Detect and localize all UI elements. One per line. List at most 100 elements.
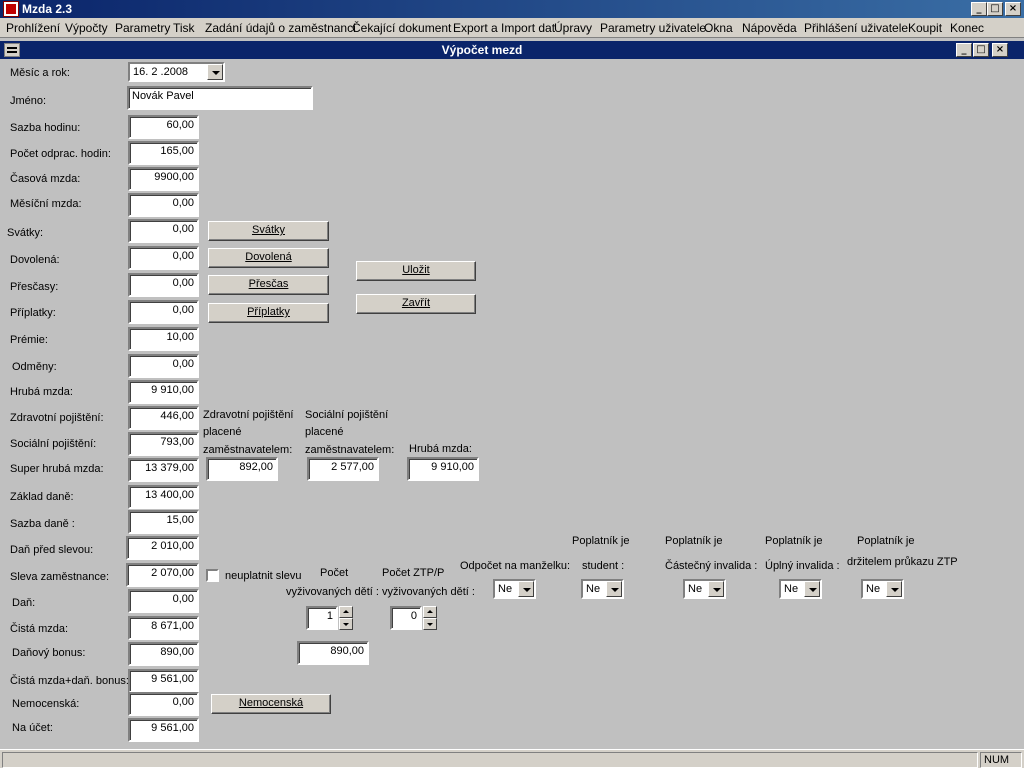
children-count-spinner[interactable] <box>339 606 353 630</box>
window-title: Mzda 2.3 <box>22 2 73 16</box>
chevron-down-icon[interactable] <box>207 64 223 80</box>
children-count-field[interactable]: 1 <box>306 606 338 630</box>
row-label: Dovolená: <box>10 254 60 266</box>
menu-napoveda[interactable]: Nápověda <box>742 21 797 35</box>
row-value-field[interactable]: 165,00 <box>128 141 199 165</box>
menu-cekajici-dokument[interactable]: Čekající dokument <box>352 21 451 35</box>
menu-okna[interactable]: Okna <box>704 21 733 35</box>
row-value-field[interactable]: 9 910,00 <box>128 380 199 404</box>
menu-parametry-uzivatele[interactable]: Parametry uživatele <box>600 21 706 35</box>
gross-wage-field-2[interactable]: 9 910,00 <box>407 457 479 481</box>
student-label-2: student : <box>582 560 625 572</box>
dovolena-button[interactable]: Dovolená <box>208 248 329 268</box>
employer-health-field[interactable]: 892,00 <box>206 457 278 481</box>
svatky-button[interactable]: Svátky <box>208 221 329 241</box>
row-value-field[interactable]: 8 671,00 <box>128 616 199 640</box>
row-label: Svátky: <box>7 227 44 239</box>
row-label: Časová mzda: <box>10 173 81 185</box>
menu-prohlizeni[interactable]: Prohlížení <box>6 21 60 35</box>
chevron-down-icon[interactable] <box>886 581 902 597</box>
ztp-children-count-field[interactable]: 0 <box>390 606 422 630</box>
name-field[interactable]: Novák Pavel <box>127 86 313 110</box>
row-value-field[interactable]: 793,00 <box>128 432 199 456</box>
row-value-field[interactable]: 2 070,00 <box>126 563 199 587</box>
maximize-button[interactable]: □ <box>987 2 1003 16</box>
row-value-field[interactable]: 0,00 <box>128 692 199 716</box>
row-value-field[interactable]: 2 010,00 <box>126 536 199 560</box>
row-value-field[interactable]: 60,00 <box>128 115 199 139</box>
menu-prihlaseni-uzivatele[interactable]: Přihlášení uživatele <box>804 21 908 35</box>
close-form-button[interactable]: Zavřít <box>356 294 476 314</box>
close-button[interactable]: × <box>1005 2 1021 16</box>
row-value-field[interactable]: 0,00 <box>128 193 199 217</box>
row-value-field[interactable]: 446,00 <box>128 406 199 430</box>
row-label: Sociální pojištění: <box>10 438 97 450</box>
window-title-bar[interactable]: Mzda 2.3 _ □ × <box>0 0 1024 18</box>
minimize-button[interactable]: _ <box>971 2 987 16</box>
child-minimize-button[interactable]: _ <box>956 43 972 57</box>
row-label: Sazba hodinu: <box>10 122 81 134</box>
menu-konec[interactable]: Konec <box>950 21 984 35</box>
student-select[interactable]: Ne <box>581 579 624 599</box>
spouse-select[interactable]: Ne <box>493 579 536 599</box>
row-label: Prémie: <box>10 334 48 346</box>
row-value-field[interactable]: 10,00 <box>128 327 199 351</box>
row-value-field[interactable]: 890,00 <box>128 642 199 666</box>
full-invalid-label-1: Poplatník je <box>765 535 823 547</box>
child-window-title: Výpočet mezd <box>441 43 523 57</box>
row-value-field[interactable]: 15,00 <box>128 510 199 534</box>
ztp-holder-select[interactable]: Ne <box>861 579 904 599</box>
chevron-down-icon[interactable] <box>606 581 622 597</box>
row-value-field[interactable]: 13 379,00 <box>128 458 199 482</box>
full-invalid-select[interactable]: Ne <box>779 579 822 599</box>
row-label: Počet odprac. hodin: <box>10 148 111 160</box>
full-invalid-value: Ne <box>784 583 799 595</box>
row-label: Měsíční mzda: <box>10 198 82 210</box>
employer-social-label-1: Sociální pojištění <box>305 409 389 421</box>
tax-bonus-field-2[interactable]: 890,00 <box>297 641 369 665</box>
app-icon[interactable] <box>3 1 19 17</box>
ztp-children-count-spinner[interactable] <box>423 606 437 630</box>
ztp-holder-label-2: držitelem průkazu ZTP <box>847 556 958 568</box>
row-value-field[interactable]: 9 561,00 <box>128 718 199 742</box>
row-value-field[interactable]: 0,00 <box>128 273 199 297</box>
row-value-field[interactable]: 0,00 <box>128 300 199 324</box>
row-value-field[interactable]: 0,00 <box>128 246 199 270</box>
month-label: Měsíc a rok: <box>10 67 70 79</box>
spin-up-icon[interactable] <box>423 606 437 618</box>
child-window-title-bar[interactable]: Výpočet mezd _ □ × <box>0 41 1024 59</box>
nemocenska-button[interactable]: Nemocenská <box>211 694 331 714</box>
chevron-down-icon[interactable] <box>804 581 820 597</box>
employer-social-field[interactable]: 2 577,00 <box>307 457 379 481</box>
partial-invalid-select[interactable]: Ne <box>683 579 726 599</box>
menu-vypocty[interactable]: Výpočty <box>65 21 108 35</box>
child-maximize-button[interactable]: □ <box>973 43 989 57</box>
menu-tisk[interactable]: Tisk <box>173 21 195 35</box>
row-label: Daňový bonus: <box>12 647 86 659</box>
row-value-field[interactable]: 0,00 <box>128 589 199 613</box>
student-value: Ne <box>586 583 601 595</box>
menu-koupit[interactable]: Koupit <box>908 21 942 35</box>
menu-zadani-udaju[interactable]: Zadání údajů o zaměstnanci <box>205 21 356 35</box>
spin-up-icon[interactable] <box>339 606 353 618</box>
month-select[interactable]: 16. 2 .2008 <box>128 62 225 82</box>
save-button[interactable]: Uložit <box>356 261 476 281</box>
row-value-field[interactable]: 9 561,00 <box>128 669 199 693</box>
priplatky-button[interactable]: Příplatky <box>208 303 329 323</box>
row-label: Nemocenská: <box>12 698 80 710</box>
prescas-button[interactable]: Přesčas <box>208 275 329 295</box>
row-value-field[interactable]: 0,00 <box>128 219 199 243</box>
disable-discount-checkbox[interactable] <box>206 569 219 582</box>
menu-export-import[interactable]: Export a Import dat <box>453 21 555 35</box>
spin-down-icon[interactable] <box>339 618 353 630</box>
child-close-button[interactable]: × <box>992 43 1008 57</box>
partial-invalid-value: Ne <box>688 583 703 595</box>
row-value-field[interactable]: 9900,00 <box>128 167 199 191</box>
row-value-field[interactable]: 0,00 <box>128 354 199 378</box>
chevron-down-icon[interactable] <box>518 581 534 597</box>
menu-parametry[interactable]: Parametry <box>115 21 170 35</box>
menu-upravy[interactable]: Úpravy <box>554 21 592 35</box>
row-value-field[interactable]: 13 400,00 <box>128 485 199 509</box>
chevron-down-icon[interactable] <box>708 581 724 597</box>
spin-down-icon[interactable] <box>423 618 437 630</box>
